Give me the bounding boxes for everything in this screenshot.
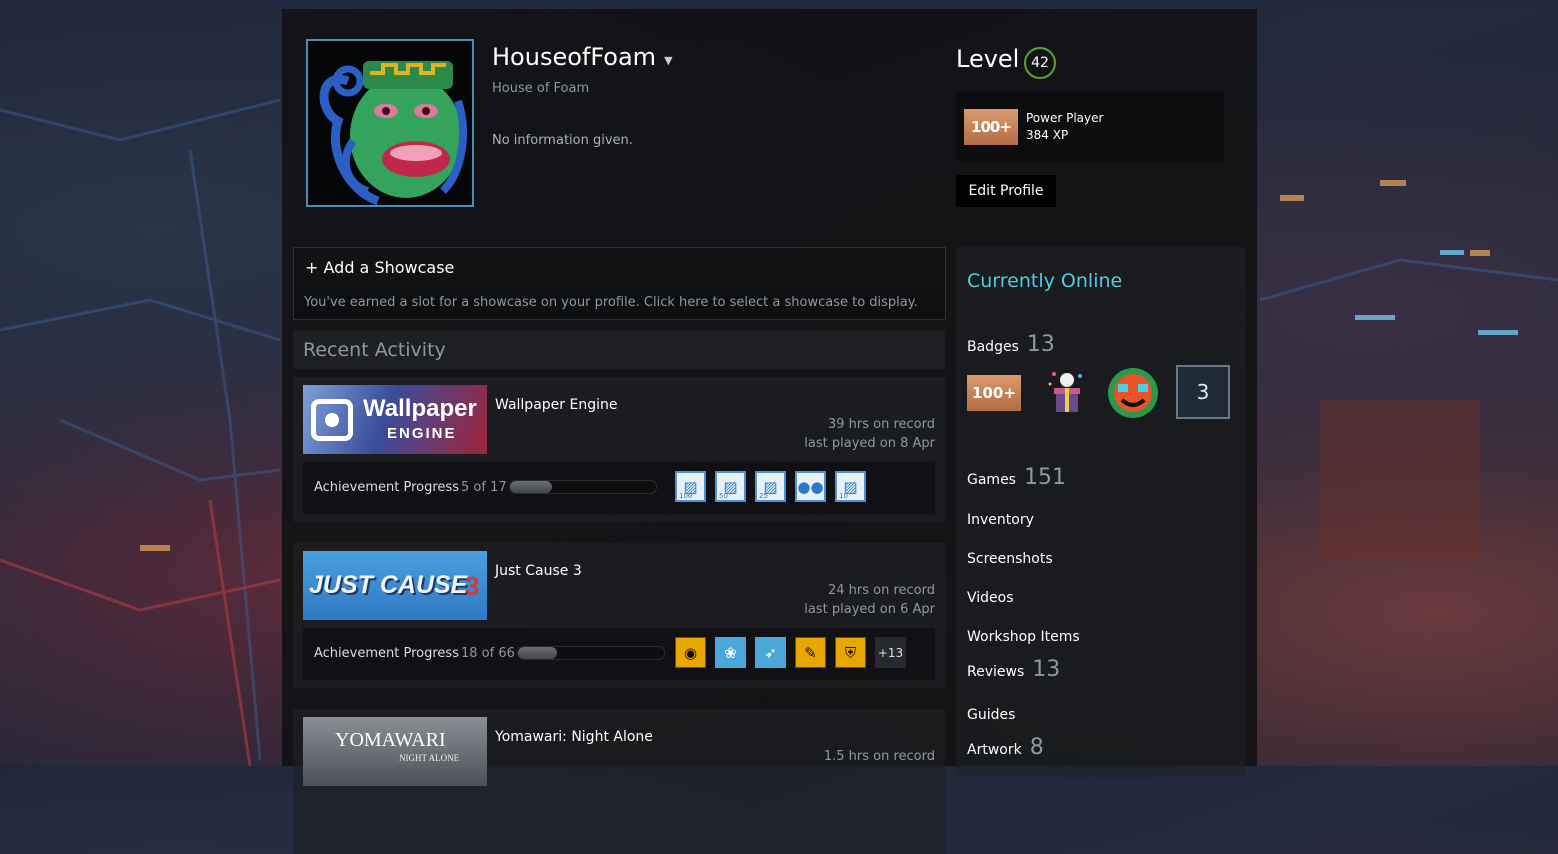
games-link[interactable]: Games 151	[967, 465, 1066, 490]
badges-count: 13	[1026, 332, 1055, 357]
badge-text: 100+	[972, 384, 1016, 402]
level-number: 42	[1031, 55, 1049, 71]
artwork-label: Artwork	[967, 742, 1022, 758]
game-name[interactable]: Wallpaper Engine	[495, 397, 617, 413]
guides-link[interactable]: Guides	[967, 707, 1015, 723]
add-showcase-panel[interactable]: + Add a Showcase You've earned a slot fo…	[293, 247, 946, 320]
achievement-progress-label: Achievement Progress	[314, 646, 459, 661]
mask-badge-icon[interactable]	[1106, 366, 1160, 420]
achievement-count: 5 of 17	[461, 480, 507, 495]
game-capsule[interactable]: YOMAWARI NIGHT ALONE	[303, 717, 487, 786]
achievement-progress-bar	[517, 646, 665, 660]
favorite-badge-xp: 384 XP	[1026, 128, 1069, 142]
hours-on-record: 1.5 hrs on record	[823, 749, 935, 764]
recent-activity-header: Recent Activity	[293, 331, 945, 369]
capsule-title-line2: ENGINE	[387, 425, 457, 442]
mask-badge-art	[1108, 368, 1158, 418]
image-icon[interactable]: ▨ 10	[835, 471, 866, 502]
screenshots-link[interactable]: Screenshots	[967, 551, 1053, 567]
avatar-image	[308, 41, 472, 205]
profile-summary: No information given.	[492, 133, 633, 148]
shield-achievement-icon[interactable]: ⛨	[835, 637, 866, 668]
hours-on-record: 24 hrs on record	[827, 583, 935, 598]
target-achievement-icon[interactable]: ◉	[675, 637, 706, 668]
artwork-count: 8	[1029, 735, 1044, 760]
achievement-progress-row[interactable]: Achievement Progress 18 of 66 ◉ ❀ ➶ ✎ ⛨ …	[303, 628, 935, 680]
profile-sidebar: Currently Online Badges 13 100+ 3 Games …	[956, 247, 1245, 777]
capsule-title: JUST CAUSE	[309, 571, 468, 599]
avatar[interactable]	[306, 39, 474, 207]
level-badge[interactable]: 42	[1024, 47, 1056, 79]
rings-achievement-icon[interactable]: ❀	[715, 637, 746, 668]
users-icon[interactable]: ●●	[795, 471, 826, 502]
last-played: last played on 8 Apr	[804, 436, 935, 451]
power-player-badge-icon: 100+	[964, 109, 1018, 145]
badges-link[interactable]: Badges 13	[967, 332, 1055, 357]
landscape-icon[interactable]: ▨ 100	[675, 471, 706, 502]
recent-game-yomawari: YOMAWARI NIGHT ALONE Yomawari: Night Alo…	[293, 709, 945, 854]
real-name: House of Foam	[492, 81, 590, 96]
workshop-items-link[interactable]: Workshop Items	[967, 629, 1080, 645]
game-capsule[interactable]: Wallpaper ENGINE	[303, 385, 487, 454]
achievement-progress-label: Achievement Progress	[314, 480, 459, 495]
level-label: Level	[956, 45, 1020, 73]
capsule-title-line1: Wallpaper	[363, 395, 477, 422]
caret-down-icon[interactable]: ▼	[664, 54, 672, 67]
edit-profile-button[interactable]: Edit Profile	[956, 175, 1056, 207]
online-status: Currently Online	[967, 270, 1123, 292]
wingsuit-achievement-icon[interactable]: ➶	[755, 637, 786, 668]
capsule-subtitle: NIGHT ALONE	[399, 753, 460, 763]
games-count: 151	[1023, 465, 1066, 490]
artwork-link[interactable]: Artwork 8	[967, 735, 1044, 760]
reviews-link[interactable]: Reviews 13	[967, 657, 1060, 682]
badge-icon-text: 100+	[971, 118, 1012, 136]
badges-label: Badges	[967, 339, 1019, 355]
hours-on-record: 39 hrs on record	[827, 417, 935, 432]
capsule-title: YOMAWARI	[335, 729, 446, 751]
add-showcase-description[interactable]: You've earned a slot for a showcase on y…	[294, 287, 945, 310]
power-player-badge-icon[interactable]: 100+	[967, 375, 1021, 411]
persona-name: HouseofFoam	[492, 43, 657, 71]
capsule-number: 3	[465, 571, 480, 601]
reviews-count: 13	[1032, 657, 1061, 682]
profile-page: HouseofFoam ▼ House of Foam No informati…	[282, 9, 1257, 854]
years-of-service-badge-icon[interactable]: 3	[1176, 365, 1230, 419]
favorite-badge[interactable]: 100+ Power Player 384 XP	[956, 92, 1224, 161]
achievement-count: 18 of 66	[461, 646, 515, 661]
badge-text: 3	[1196, 380, 1210, 404]
reviews-label: Reviews	[967, 664, 1025, 680]
achievement-progress-fill	[518, 647, 558, 659]
game-capsule[interactable]: JUST CAUSE 3	[303, 551, 487, 620]
achievement-progress-row[interactable]: Achievement Progress 5 of 17 ▨ 100 ▨ 50 ▨ 2…	[303, 462, 935, 514]
last-played: last played on 6 Apr	[804, 602, 935, 617]
image-icon[interactable]: ▨ 25	[755, 471, 786, 502]
achievement-progress-fill	[510, 481, 553, 493]
gift-badge-icon[interactable]	[1040, 366, 1094, 420]
recent-game-just-cause-3: JUST CAUSE 3 Just Cause 3 24 hrs on reco…	[293, 543, 945, 688]
tool-achievement-icon[interactable]: ✎	[795, 637, 826, 668]
gift-badge-art	[1048, 372, 1082, 412]
more-achievements-badge[interactable]: +13	[875, 637, 906, 668]
videos-link[interactable]: Videos	[967, 590, 1014, 606]
game-name[interactable]: Yomawari: Night Alone	[495, 729, 653, 745]
image-icon[interactable]: ▨ 50	[715, 471, 746, 502]
games-label: Games	[967, 472, 1016, 488]
recent-game-wallpaper-engine: Wallpaper ENGINE Wallpaper Engine 39 hrs…	[293, 377, 945, 522]
inventory-link[interactable]: Inventory	[967, 512, 1034, 528]
achievement-progress-bar	[509, 480, 657, 494]
wallpaper-engine-logo-icon	[311, 399, 353, 441]
persona-name-menu[interactable]: HouseofFoam ▼	[492, 43, 673, 71]
add-showcase-title[interactable]: + Add a Showcase	[294, 248, 945, 287]
favorite-badge-name: Power Player	[1026, 111, 1104, 125]
game-name[interactable]: Just Cause 3	[495, 563, 582, 579]
